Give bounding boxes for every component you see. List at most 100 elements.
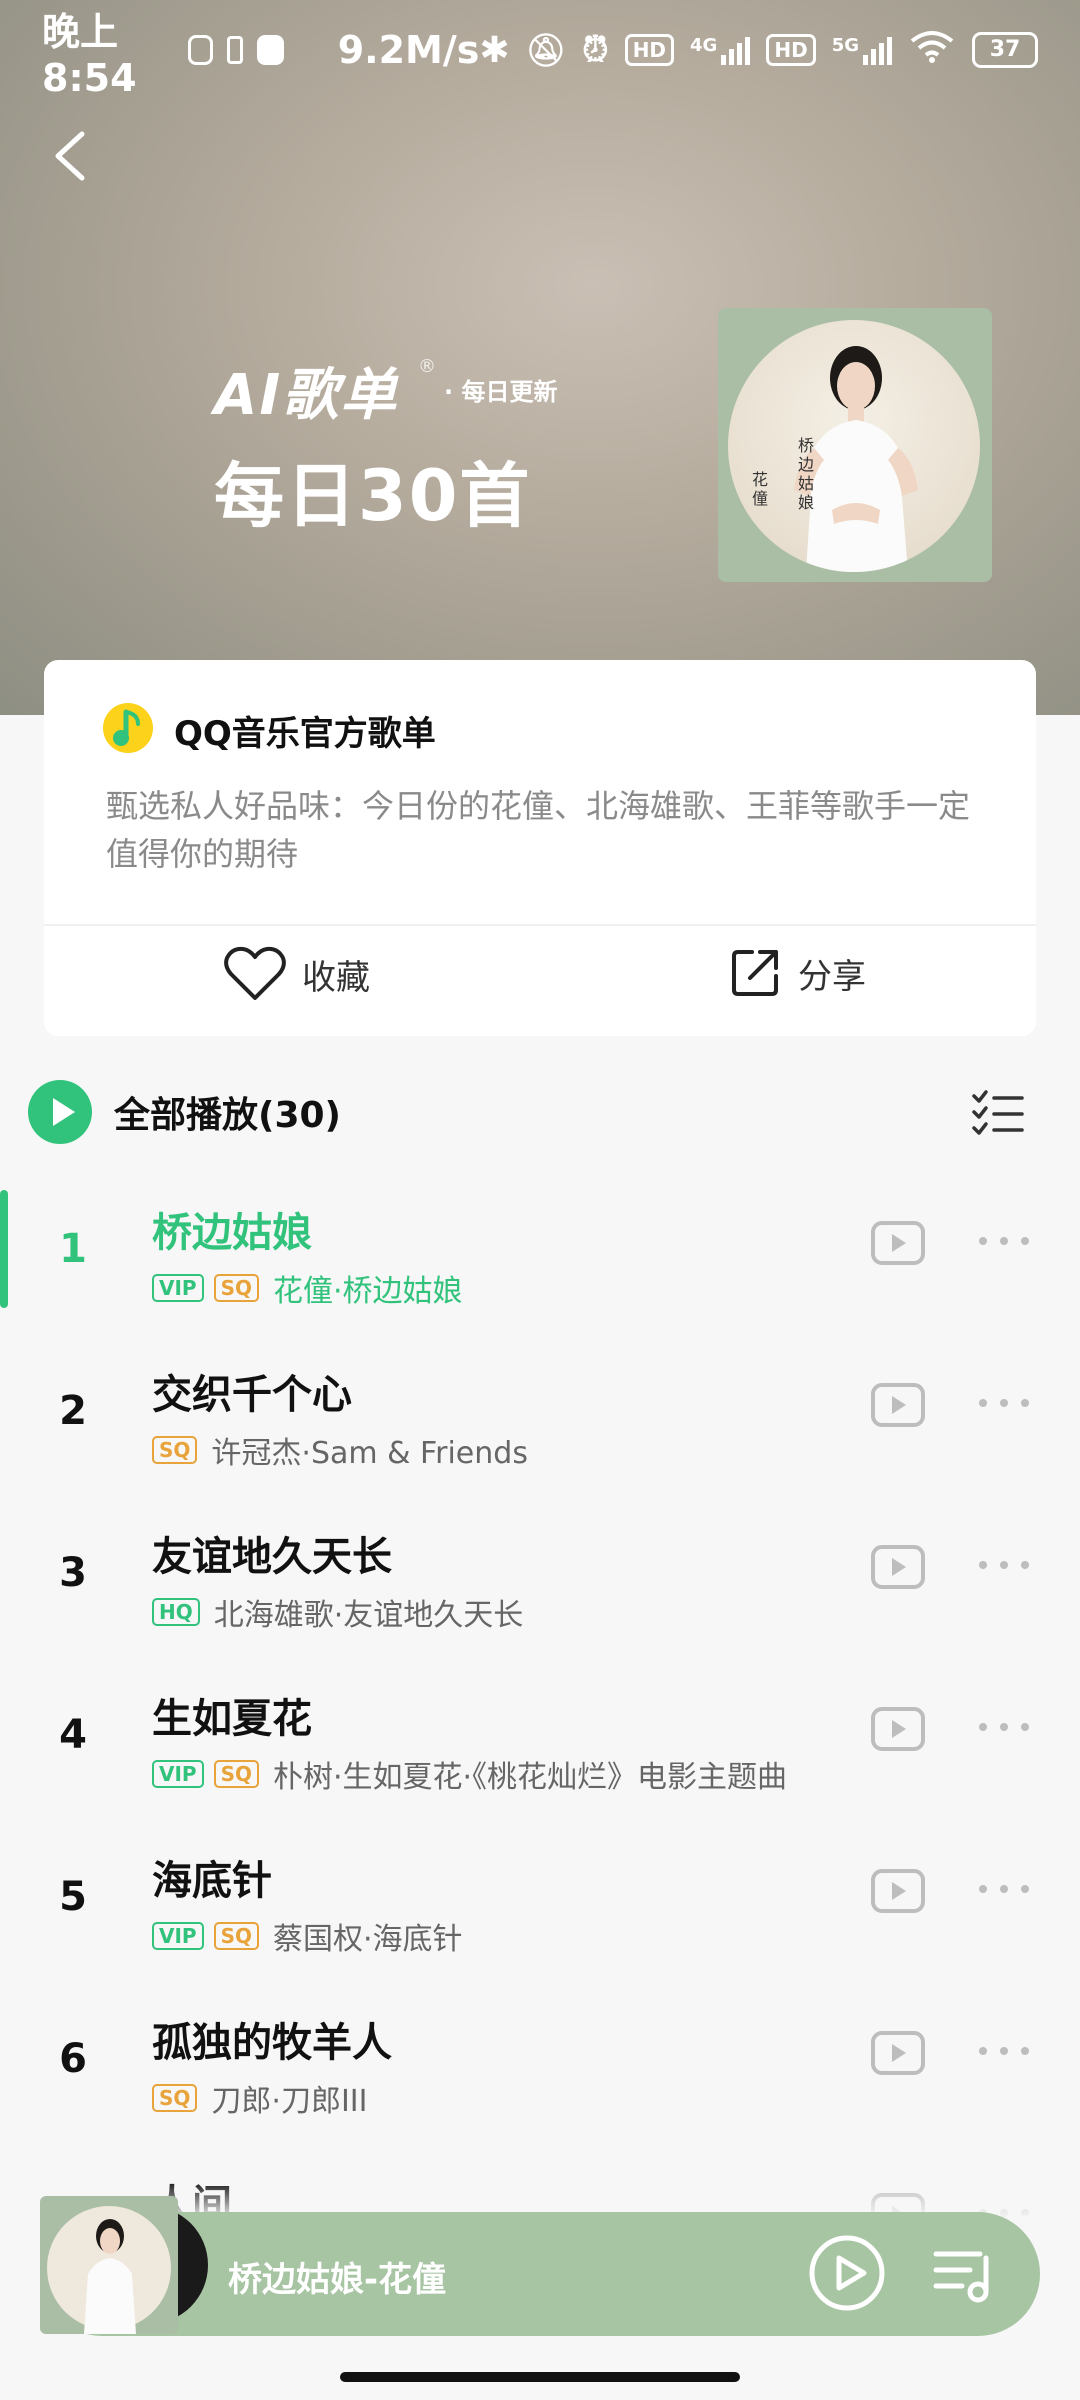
song-index: 2 [59, 1388, 87, 1434]
song-index: 6 [59, 2036, 87, 2082]
song-artist: 北海雄歌·友谊地久天长 [213, 1598, 524, 1633]
favorite-label: 收藏 [302, 957, 370, 998]
signal-4g: 4G [690, 35, 751, 65]
playlist-cover[interactable]: 桥边姑娘 花僮 [718, 308, 992, 582]
mini-play-button[interactable] [808, 2234, 886, 2312]
net-5g-label: 5G [831, 35, 859, 56]
vip-badge: VIP [152, 1760, 204, 1788]
now-playing-indicator [0, 1190, 8, 1308]
sq-badge: SQ [213, 1274, 259, 1302]
song-artist: 刀郎·刀郎III [211, 2084, 368, 2119]
song-row[interactable]: 4 生如夏花 VIP SQ 朴树·生如夏花·《桃花灿烂》电影主题曲 [0, 1676, 1080, 1838]
sq-badge: SQ [213, 1922, 259, 1950]
more-options-icon[interactable] [978, 1398, 1030, 1408]
heart-icon [224, 946, 286, 1000]
hd-badge-2: HD [766, 34, 816, 66]
song-title: 生如夏花 [152, 1696, 312, 1742]
song-title: 海底针 [152, 1858, 272, 1904]
mv-play-icon[interactable] [870, 1868, 926, 1914]
song-index: 5 [59, 1874, 87, 1920]
playlist-queue-icon[interactable] [930, 2240, 996, 2306]
sim-icon [226, 36, 244, 64]
song-artist: 许冠杰·Sam & Friends [211, 1436, 528, 1471]
now-playing-title[interactable]: 桥边姑娘-花僮 [228, 2252, 446, 2301]
vip-badge: VIP [152, 1922, 204, 1950]
song-title: 友谊地久天长 [152, 1534, 392, 1580]
mv-play-icon[interactable] [870, 1382, 926, 1428]
wifi-icon [908, 29, 956, 71]
song-meta: VIP SQ 蔡国权·海底针 [152, 1914, 463, 1958]
song-artist: 朴树·生如夏花·《桃花灿烂》电影主题曲 [272, 1760, 788, 1795]
net-4g-label: 4G [690, 35, 718, 56]
mv-play-icon[interactable] [870, 2030, 926, 2076]
mv-play-icon[interactable] [870, 1220, 926, 1266]
mv-play-icon[interactable] [870, 1706, 926, 1752]
mini-player-cover[interactable] [40, 2196, 178, 2334]
song-meta: SQ 刀郎·刀郎III [152, 2076, 368, 2120]
song-row[interactable]: 1 桥边姑娘 VIP SQ 花僮·桥边姑娘 [0, 1190, 1080, 1352]
song-row[interactable]: 2 交织千个心 SQ 许冠杰·Sam & Friends [0, 1352, 1080, 1514]
mv-play-icon[interactable] [870, 1544, 926, 1590]
play-all-icon [28, 1080, 92, 1144]
network-speed: 9.2M/s [337, 28, 480, 72]
vip-badge: VIP [152, 1274, 204, 1302]
song-meta: VIP SQ 朴树·生如夏花·《桃花灿烂》电影主题曲 [152, 1752, 787, 1796]
play-all-label: 全部播放(30) [114, 1095, 342, 1136]
status-time: 晚上8:54 [42, 9, 137, 100]
status-bar: 晚上8:54 9.2M/s ✱ 🔕︎ ⏰︎ HD 4G HD 5G 37 [0, 0, 1080, 100]
bluetooth-icon: ✱ [479, 29, 510, 71]
playlist-source: QQ音乐官方歌单 [174, 714, 436, 754]
song-artist: 花僮·桥边姑娘 [272, 1274, 463, 1309]
more-options-icon[interactable] [978, 1722, 1030, 1732]
song-index: 1 [59, 1226, 87, 1272]
song-title: 桥边姑娘 [152, 1210, 312, 1256]
share-button[interactable]: 分享 [728, 946, 866, 1000]
multi-select-icon[interactable] [972, 1090, 1024, 1136]
divider [44, 924, 1036, 926]
song-title: 交织千个心 [152, 1372, 352, 1418]
cover-artist-text: 花僮 [752, 470, 769, 508]
sq-badge: SQ [152, 2084, 198, 2112]
song-row[interactable]: 6 孤独的牧羊人 SQ 刀郎·刀郎III [0, 2000, 1080, 2162]
wechat-icon [257, 35, 284, 65]
share-label: 分享 [798, 956, 866, 997]
more-options-icon[interactable] [978, 2046, 1030, 2056]
song-index: 4 [59, 1712, 87, 1758]
back-icon[interactable] [48, 126, 92, 186]
singer-figure [794, 346, 918, 572]
hq-badge: HQ [152, 1598, 200, 1626]
song-meta: SQ 许冠杰·Sam & Friends [152, 1428, 528, 1472]
notification-icon [187, 35, 213, 65]
sq-badge: SQ [213, 1760, 259, 1788]
ai-playlist-title: AI歌单 [214, 363, 399, 428]
cover-song-text: 桥边姑娘 [798, 436, 815, 512]
song-meta: VIP SQ 花僮·桥边姑娘 [152, 1266, 463, 1310]
battery-indicator: 37 [972, 32, 1038, 68]
more-options-icon[interactable] [978, 1236, 1030, 1246]
more-options-icon[interactable] [978, 1884, 1030, 1894]
cover-artwork [728, 320, 980, 572]
mini-cover-art [47, 2206, 171, 2334]
alarm-icon: ⏰︎ [582, 30, 609, 70]
song-index: 3 [59, 1550, 87, 1596]
play-all-button[interactable]: 全部播放(30) [28, 1080, 341, 1144]
song-meta: HQ 北海雄歌·友谊地久天长 [152, 1590, 523, 1634]
signal-5g: 5G [832, 35, 892, 65]
page-title: 每日30首 [214, 455, 532, 537]
playlist-description: 甄选私人好品味：今日份的花僮、北海雄歌、王菲等歌手一定值得你的期待 [106, 787, 971, 873]
song-artist: 蔡国权·海底针 [272, 1922, 463, 1957]
registered-mark: ® [418, 356, 436, 377]
hd-badge: HD [624, 34, 675, 66]
song-title: 孤独的牧羊人 [152, 2020, 392, 2066]
favorite-button[interactable]: 收藏 [224, 946, 370, 1002]
mute-bell-icon: 🔕︎ [525, 31, 567, 69]
playlist-info-card: QQ音乐官方歌单 甄选私人好品味：今日份的花僮、北海雄歌、王菲等歌手一定值得你的… [44, 660, 1036, 1036]
more-options-icon[interactable] [978, 1560, 1030, 1570]
update-label: · 每日更新 [444, 378, 558, 406]
home-indicator[interactable] [340, 2372, 740, 2382]
share-icon [732, 950, 778, 996]
sq-badge: SQ [152, 1436, 198, 1464]
song-row[interactable]: 3 友谊地久天长 HQ 北海雄歌·友谊地久天长 [0, 1514, 1080, 1676]
song-row[interactable]: 5 海底针 VIP SQ 蔡国权·海底针 [0, 1838, 1080, 2000]
qq-music-logo [103, 703, 153, 753]
